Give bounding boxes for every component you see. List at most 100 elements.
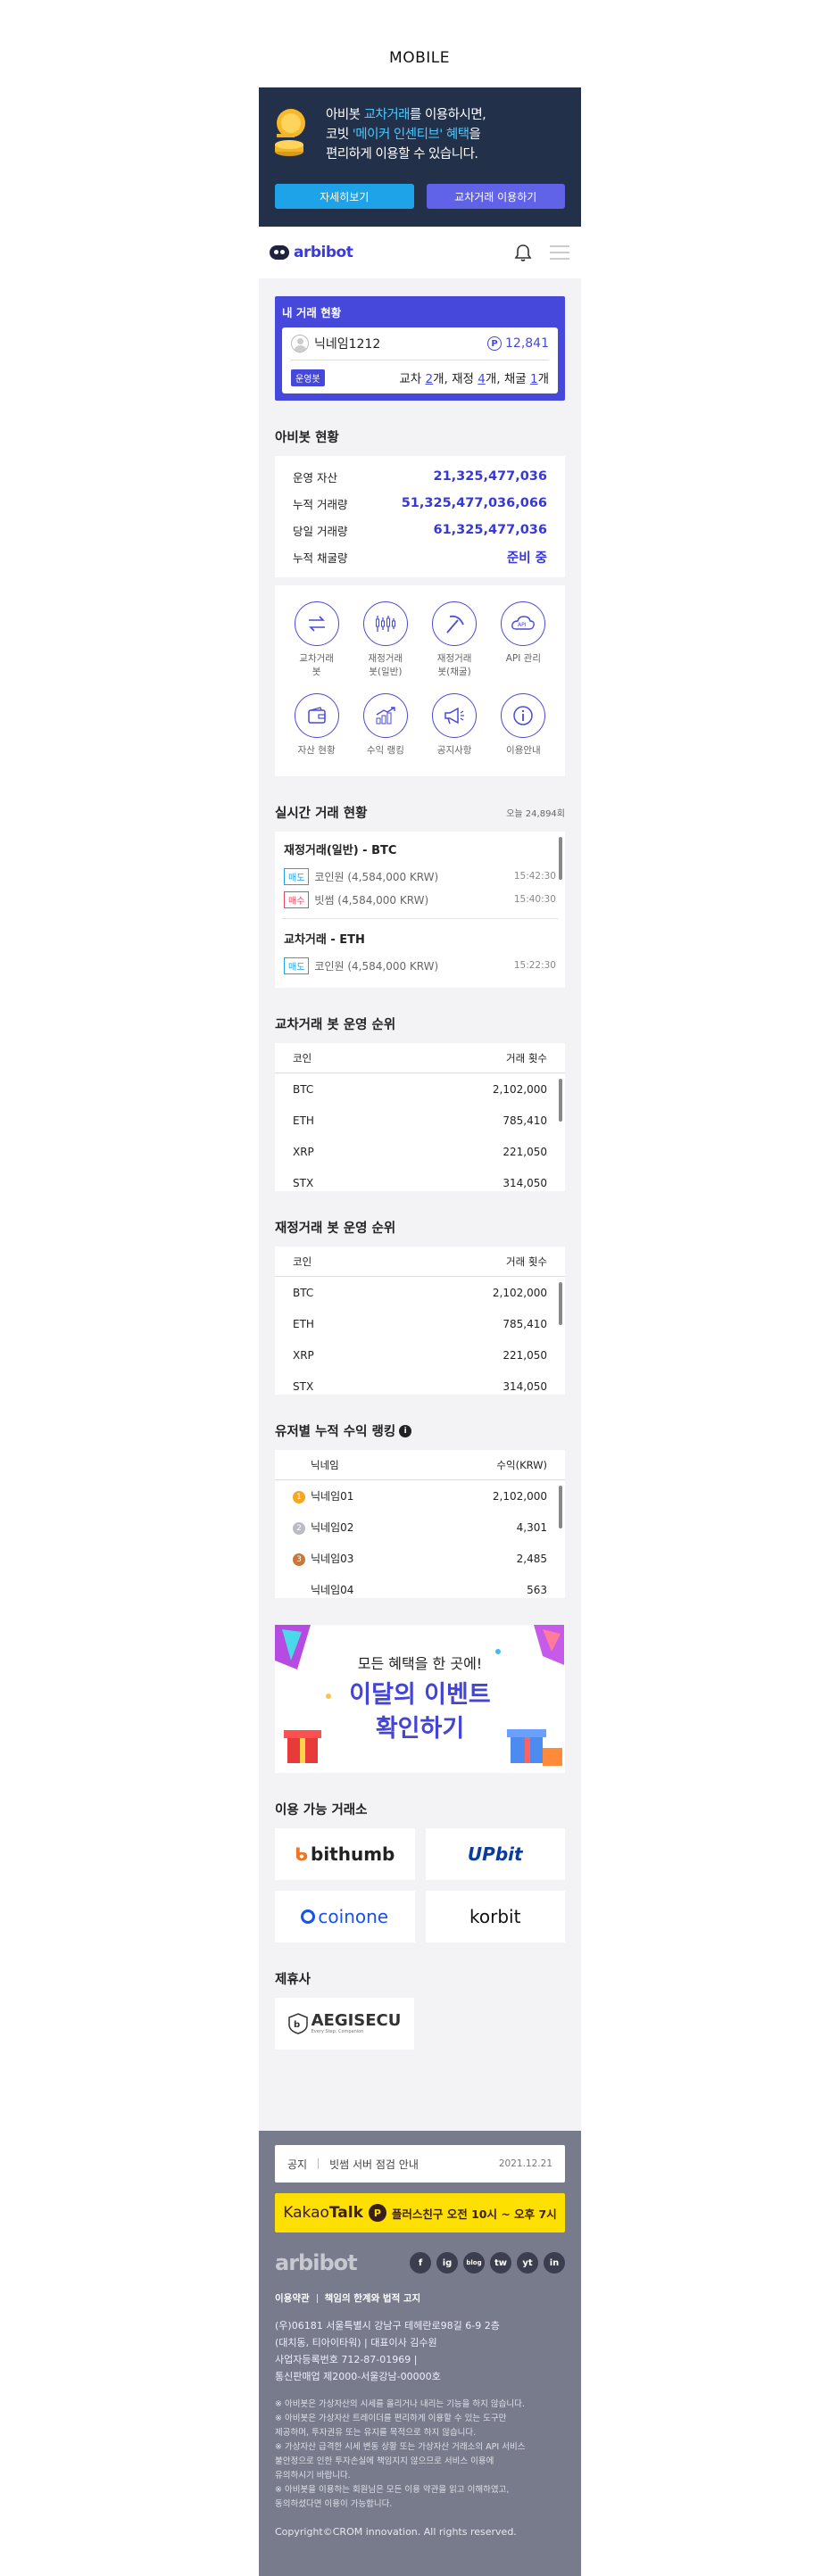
- footer: 공지 빗썸 서버 점검 안내 2021.12.21 KakaoTalk P 플러…: [259, 2131, 581, 2576]
- twitter-icon[interactable]: tw: [490, 2252, 511, 2274]
- gold-medal-icon: 1: [293, 1490, 305, 1503]
- wallet-icon: [307, 707, 326, 724]
- page-label: MOBILE: [389, 49, 450, 67]
- pickaxe-icon: [446, 615, 464, 634]
- menu-asset-status[interactable]: 자산 현황: [282, 693, 351, 771]
- api-icon: API: [511, 616, 536, 630]
- table-row: 닉네임04 563: [311, 1583, 547, 1597]
- legal-notice-link[interactable]: 책임의 한계와 법적 고지: [325, 2291, 421, 2305]
- bot-counts: 교차 2개, 재정 4개, 채굴 1개: [399, 372, 549, 386]
- promo-banner: 아비봇 교차거래를 이용하시면, 코빗 '메이커 인센티브' 혜택을 편리하게 …: [259, 87, 581, 227]
- partners-title: 제휴사: [275, 1973, 312, 1987]
- list-item: 매도 코인원 (4,584,000 KRW) 15:42:30: [284, 865, 556, 888]
- app-header: arbibot: [259, 227, 581, 278]
- menu-cross-trade-bot[interactable]: 교차거래 봇: [282, 601, 351, 679]
- exchange-bithumb[interactable]: ᑲ bithumb: [275, 1828, 415, 1880]
- table-row: STX 314,050: [293, 1176, 547, 1189]
- event-subtitle: 모든 혜택을 한 곳에!: [357, 1655, 483, 1672]
- kakao-plus-friend-button[interactable]: KakaoTalk P 플러스친구 오전 10시 ~ 오후 7시: [275, 2193, 565, 2232]
- exchanges-title: 이용 가능 거래소: [275, 1803, 368, 1818]
- menu-profit-ranking[interactable]: 수익 랭킹: [351, 693, 420, 771]
- menu-card: 교차거래 봇 재정거래 봇(일반) 재정거래 봇(채굴) API API 관리 …: [275, 585, 565, 776]
- use-cross-trade-button[interactable]: 교차거래 이용하기: [426, 184, 565, 209]
- table-row: BTC 2,102,000: [293, 1082, 547, 1096]
- exchange-upbit[interactable]: UPbit: [425, 1828, 565, 1880]
- notice-bar[interactable]: 공지 빗썸 서버 점검 안내 2021.12.21: [275, 2145, 565, 2183]
- menu-notices[interactable]: 공지사항: [420, 693, 489, 771]
- notice-date: 2021.12.21: [498, 2158, 552, 2169]
- point-value: 12,841: [505, 336, 549, 351]
- growth-chart-icon: [376, 707, 395, 725]
- logo-mascot-icon: [270, 245, 289, 260]
- info-icon[interactable]: i: [399, 1424, 412, 1437]
- megaphone-icon: [444, 707, 465, 725]
- kakao-icon: P: [368, 2204, 386, 2222]
- hamburger-menu-icon[interactable]: [549, 244, 570, 261]
- linkedin-icon[interactable]: in: [544, 2252, 565, 2274]
- today-count: 오늘 24,894회: [506, 809, 565, 819]
- social-links: f ig blog tw yt in: [410, 2252, 565, 2274]
- nickname: 닉네임1212: [314, 337, 381, 352]
- blog-icon[interactable]: blog: [463, 2252, 485, 2274]
- scrollbar[interactable]: [559, 1079, 562, 1122]
- silver-medal-icon: 2: [293, 1521, 305, 1535]
- user-rank-title: 유저별 누적 수익 랭킹 i: [259, 1421, 581, 1440]
- avatar: [291, 335, 309, 352]
- cross-rank-table: 코인 거래 횟수 BTC 2,102,000 ETH 785,410 XRP 221,0…: [275, 1043, 565, 1191]
- table-row: STX 314,050: [293, 1379, 547, 1393]
- scrollbar[interactable]: [559, 1282, 562, 1325]
- list-item: 매수 빗썸 (4,584,000 KRW) 15:40:30: [284, 888, 556, 911]
- event-banner[interactable]: 모든 혜택을 한 곳에! 이달의 이벤트 확인하기: [275, 1625, 565, 1773]
- coinone-logo-icon: [301, 1909, 316, 1924]
- table-row: 2 닉네임02 4,301: [275, 1512, 565, 1543]
- scrollbar[interactable]: [559, 1486, 562, 1528]
- realtime-header: 실시간 거래 현황 오늘 24,894회: [275, 807, 565, 821]
- partner-aegisecu[interactable]: b AEGISECU Every Step, Companion: [275, 1998, 414, 2050]
- table-row: BTC 2,102,000: [293, 1286, 547, 1299]
- point-icon: P: [487, 336, 502, 351]
- facebook-icon[interactable]: f: [410, 2252, 431, 2274]
- terms-link[interactable]: 이용약관: [275, 2291, 310, 2305]
- menu-api-management[interactable]: API API 관리: [489, 601, 558, 679]
- menu-arbitrage-bot-mining[interactable]: 재정거래 봇(채굴): [420, 601, 489, 679]
- promo-text: 아비봇 교차거래를 이용하시면, 코빗 '메이커 인센티브' 혜택을 편리하게 …: [326, 108, 486, 162]
- status-card: 운영 자산 21,325,477,036 누적 거래량 51,325,477,036…: [275, 456, 565, 577]
- arb-rank-table: 코인 거래 횟수 BTC 2,102,000 ETH 785,410 XRP 221,0…: [275, 1247, 565, 1395]
- table-row: ETH 785,410: [293, 1114, 547, 1127]
- event-title: 이달의 이벤트 확인하기: [349, 1681, 491, 1743]
- svg-text:b: b: [294, 2020, 300, 2030]
- user-rank-table: 닉네임 수익(KRW) 1 닉네임01 2,102,000 2 닉네임02 4,301 3…: [275, 1450, 565, 1598]
- table-row: XRP 221,050: [293, 1145, 547, 1158]
- stat-row: 당일 거래량 61,325,477,036: [293, 523, 547, 538]
- disclaimer: ※ 아비봇은 가상자산의 시세를 올리거나 내리는 기능을 하지 않습니다. ※…: [275, 2399, 526, 2509]
- logo[interactable]: arbibot: [270, 244, 353, 261]
- cross-rank-title: 교차거래 봇 운영 순위: [275, 1018, 396, 1032]
- exchange-icon: [308, 616, 325, 632]
- table-row: 3 닉네임03 2,485: [275, 1543, 565, 1574]
- instagram-icon[interactable]: ig: [436, 2252, 458, 2274]
- aegisecu-logo-icon: b: [287, 2013, 308, 2034]
- info-icon: [513, 706, 534, 725]
- youtube-icon[interactable]: yt: [517, 2252, 538, 2274]
- notice-text: 빗썸 서버 점검 안내: [329, 2158, 419, 2171]
- coins-icon: [275, 109, 305, 156]
- mobile-screen: 아비봇 교차거래를 이용하시면, 코빗 '메이커 인센티브' 혜택을 편리하게 …: [259, 87, 581, 2576]
- arb-rank-title: 재정거래 봇 운영 순위: [275, 1222, 396, 1236]
- stat-row: 운영 자산 21,325,477,036: [293, 469, 547, 485]
- stat-row: 누적 거래량 51,325,477,036,066: [293, 496, 547, 511]
- detail-button[interactable]: 자세히보기: [275, 184, 414, 209]
- menu-arbitrage-bot-general[interactable]: 재정거래 봇(일반): [351, 601, 420, 679]
- menu-usage-guide[interactable]: 이용안내: [489, 693, 558, 771]
- exchange-coinone[interactable]: coinone: [275, 1891, 415, 1942]
- bell-icon[interactable]: [513, 243, 533, 262]
- status-title: 아비봇 현황: [275, 431, 339, 445]
- my-trade-card: 내 거래 현황 닉네임1212 P 12,841 운영봇 교차 2개, 재정 4…: [275, 296, 565, 401]
- stat-row: 누적 채굴량 준비 중: [293, 551, 547, 566]
- realtime-card: 재정거래(일반) - BTC 매도 코인원 (4,584,000 KRW) 15:4…: [275, 832, 565, 988]
- list-item: 매도 코인원 (4,584,000 KRW) 15:22:30: [284, 954, 556, 977]
- footer-logo: arbibot: [275, 2250, 358, 2275]
- running-bot-badge: 운영봇: [291, 369, 325, 386]
- copyright: Copyright©CROM innovation. All rights re…: [275, 2526, 517, 2538]
- bronze-medal-icon: 3: [293, 1553, 305, 1566]
- exchange-korbit[interactable]: korbit: [425, 1891, 565, 1942]
